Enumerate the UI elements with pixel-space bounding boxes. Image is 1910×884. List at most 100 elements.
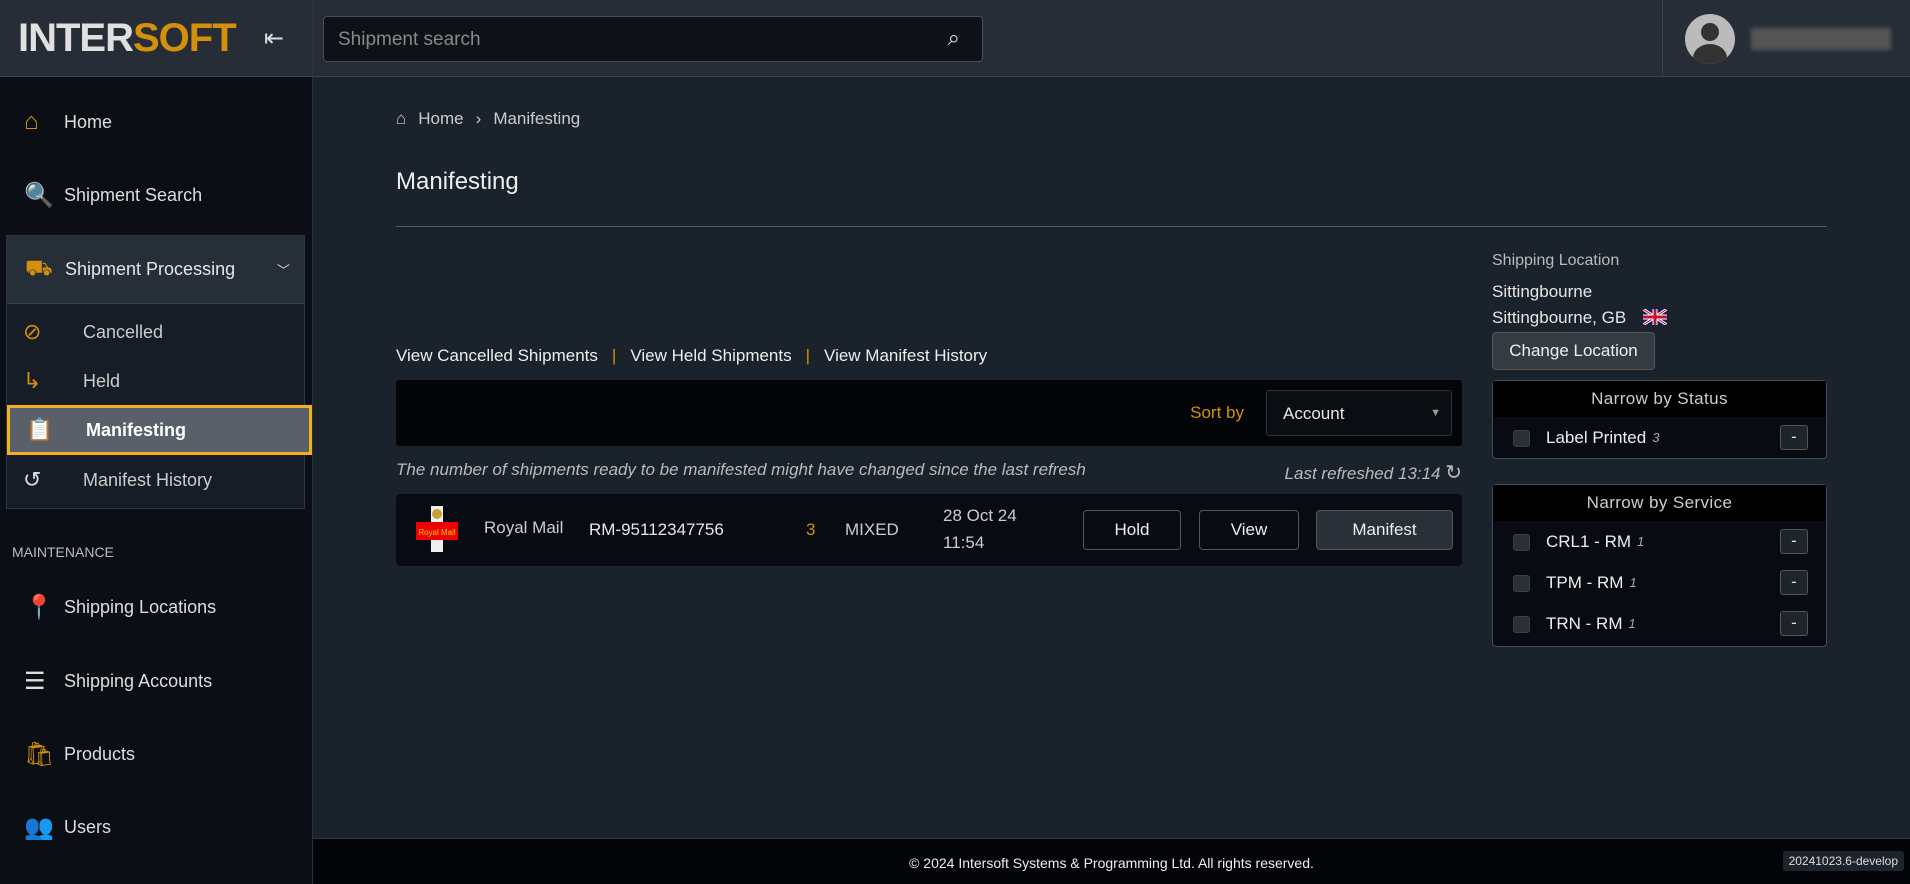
breadcrumb-current: Manifesting bbox=[493, 109, 581, 128]
sort-label: Sort by bbox=[1190, 403, 1244, 422]
separator: | bbox=[805, 346, 811, 365]
sidebar-item-shipping-accounts[interactable]: ☰ Shipping Accounts bbox=[0, 659, 305, 703]
label: TPM - RM bbox=[1546, 572, 1624, 592]
uk-flag-icon bbox=[1642, 307, 1668, 327]
checkbox[interactable] bbox=[1513, 430, 1530, 447]
sidebar-item-users[interactable]: 👥 Users bbox=[0, 805, 305, 849]
sidebar-item-held[interactable]: ↳ Held bbox=[7, 359, 304, 403]
sort-value: Account bbox=[1283, 404, 1345, 423]
label: Home bbox=[64, 111, 113, 132]
label: Shipment Search bbox=[64, 184, 203, 205]
search-icon[interactable]: ⌕ bbox=[948, 25, 960, 51]
breadcrumb: ⌂ Home › Manifesting bbox=[396, 109, 580, 129]
sidebar-group-shipment-processing: ⛟ Shipment Processing ﹀ ⊘ Cancelled ↳ Held 📋… bbox=[6, 235, 312, 509]
carrier-name: Royal Mail bbox=[484, 518, 564, 537]
home-icon: ⌂ bbox=[24, 108, 39, 135]
sidebar-item-shipment-search[interactable]: 🔍 Shipment Search bbox=[0, 173, 305, 217]
sidebar-item-shipping-locations[interactable]: 📍 Shipping Locations bbox=[0, 585, 305, 629]
label: TRN - RM bbox=[1546, 613, 1623, 633]
count: 1 bbox=[1629, 575, 1637, 590]
last-refreshed: Last refreshed 13:14 ↻ bbox=[1285, 460, 1462, 485]
view-button[interactable]: View bbox=[1199, 510, 1299, 550]
sidebar-item-manifest-history[interactable]: ↺ Manifest History bbox=[7, 458, 304, 502]
sidebar-item-home[interactable]: ⌂ Home bbox=[0, 100, 305, 144]
change-location-button[interactable]: Change Location bbox=[1492, 332, 1655, 370]
caret-down-icon: ▼ bbox=[1430, 407, 1441, 419]
manifest-button[interactable]: Manifest bbox=[1316, 510, 1453, 550]
hand-truck-icon: ⛟ bbox=[25, 255, 53, 280]
service-filter-item: TPM - RM 1 - bbox=[1493, 562, 1826, 603]
exclude-button[interactable]: - bbox=[1780, 611, 1808, 636]
label: Products bbox=[64, 743, 136, 764]
sidebar: INTERSOFT ⇤ ⌂ Home 🔍 Shipment Search ⛟ Ship… bbox=[0, 0, 313, 884]
username-redacted bbox=[1751, 27, 1891, 50]
bag-icon: 🛍 bbox=[24, 740, 55, 768]
time: 11:54 bbox=[943, 533, 985, 552]
sidebar-item-manifesting[interactable]: 📋 Manifesting bbox=[7, 405, 312, 455]
user-menu[interactable] bbox=[1662, 0, 1910, 77]
collapse-sidebar-icon[interactable]: ⇤ bbox=[264, 24, 284, 53]
shipment-search-input[interactable]: Shipment search ⌕ bbox=[323, 16, 983, 62]
section-maintenance: MAINTENANCE bbox=[12, 544, 114, 560]
notice-text: The number of shipments ready to be mani… bbox=[396, 460, 1086, 479]
location-city: Sittingbourne, GB bbox=[1492, 307, 1668, 328]
logo[interactable]: INTERSOFT bbox=[18, 16, 237, 61]
checkbox[interactable] bbox=[1513, 534, 1530, 551]
account-number: RM-95112347756 bbox=[589, 520, 724, 539]
label: Manifesting bbox=[86, 419, 187, 440]
page-title: Manifesting bbox=[396, 168, 519, 195]
cancelled-icon: ⊘ bbox=[23, 319, 42, 344]
view-cancelled-link[interactable]: View Cancelled Shipments bbox=[396, 346, 598, 366]
exclude-button[interactable]: - bbox=[1780, 570, 1808, 595]
chevron-down-icon: ﹀ bbox=[276, 263, 290, 278]
status-filter-item: Label Printed 3 - bbox=[1493, 417, 1826, 458]
separator: | bbox=[611, 346, 617, 365]
dolly-icon: ↳ bbox=[23, 368, 42, 393]
svg-text:Royal Mail: Royal Mail bbox=[418, 528, 456, 537]
exclude-button[interactable]: - bbox=[1780, 529, 1808, 554]
label: Shipping Accounts bbox=[64, 670, 213, 691]
sidebar-item-cancelled[interactable]: ⊘ Cancelled bbox=[7, 310, 304, 354]
count: 3 bbox=[1652, 430, 1660, 445]
service-filter-title: Narrow by Service bbox=[1493, 485, 1826, 521]
label: Manifest History bbox=[83, 469, 213, 490]
history-icon: ↺ bbox=[23, 467, 42, 492]
label: Cancelled bbox=[83, 321, 164, 342]
document-search-icon: 🔍 bbox=[24, 181, 54, 209]
refresh-notice: The number of shipments ready to be mani… bbox=[396, 460, 1462, 484]
users-icon: 👥 bbox=[24, 813, 54, 841]
sidebar-item-products[interactable]: 🛍 Products bbox=[0, 732, 305, 776]
hold-button[interactable]: Hold bbox=[1083, 510, 1181, 550]
logo-bar: INTERSOFT ⇤ bbox=[0, 0, 312, 77]
count: 1 bbox=[1628, 616, 1636, 631]
shipment-count: 3 bbox=[806, 520, 816, 539]
location-city-text: Sittingbourne, GB bbox=[1492, 308, 1627, 327]
status-filter-title: Narrow by Status bbox=[1493, 381, 1826, 417]
label: CRL1 - RM bbox=[1546, 531, 1632, 551]
breadcrumb-home[interactable]: Home bbox=[418, 109, 463, 129]
count: 1 bbox=[1637, 534, 1645, 549]
exclude-button[interactable]: - bbox=[1780, 425, 1808, 450]
search-placeholder: Shipment search bbox=[338, 29, 481, 50]
checkbox[interactable] bbox=[1513, 616, 1530, 633]
home-icon: ⌂ bbox=[396, 109, 407, 128]
label: Users bbox=[64, 816, 112, 837]
service-filter-item: CRL1 - RM 1 - bbox=[1493, 521, 1826, 562]
label: Shipment Processing bbox=[65, 259, 236, 279]
view-held-link[interactable]: View Held Shipments bbox=[630, 346, 791, 366]
refresh-icon[interactable]: ↻ bbox=[1445, 462, 1462, 484]
list-icon: ☰ bbox=[24, 667, 46, 695]
view-history-link[interactable]: View Manifest History bbox=[824, 346, 987, 366]
sort-select[interactable]: Account ▼ bbox=[1266, 390, 1452, 436]
checkbox[interactable] bbox=[1513, 575, 1530, 592]
clipboard-icon: 📋 bbox=[26, 417, 54, 442]
avatar bbox=[1685, 13, 1735, 64]
divider bbox=[396, 226, 1827, 227]
shipment-processing-toggle[interactable]: ⛟ Shipment Processing ﹀ bbox=[7, 236, 304, 304]
table-row: Royal Mail Royal Mail RM-95112347756 3 M… bbox=[396, 494, 1462, 566]
chevron-right-icon: › bbox=[475, 109, 482, 128]
narrow-by-service: Narrow by Service CRL1 - RM 1 - TPM - RM 1 -… bbox=[1492, 484, 1827, 647]
copyright: © 2024 Intersoft Systems & Programming L… bbox=[909, 855, 1314, 871]
map-pin-icon: 📍 bbox=[24, 593, 54, 621]
label: Shipping Locations bbox=[64, 596, 217, 617]
